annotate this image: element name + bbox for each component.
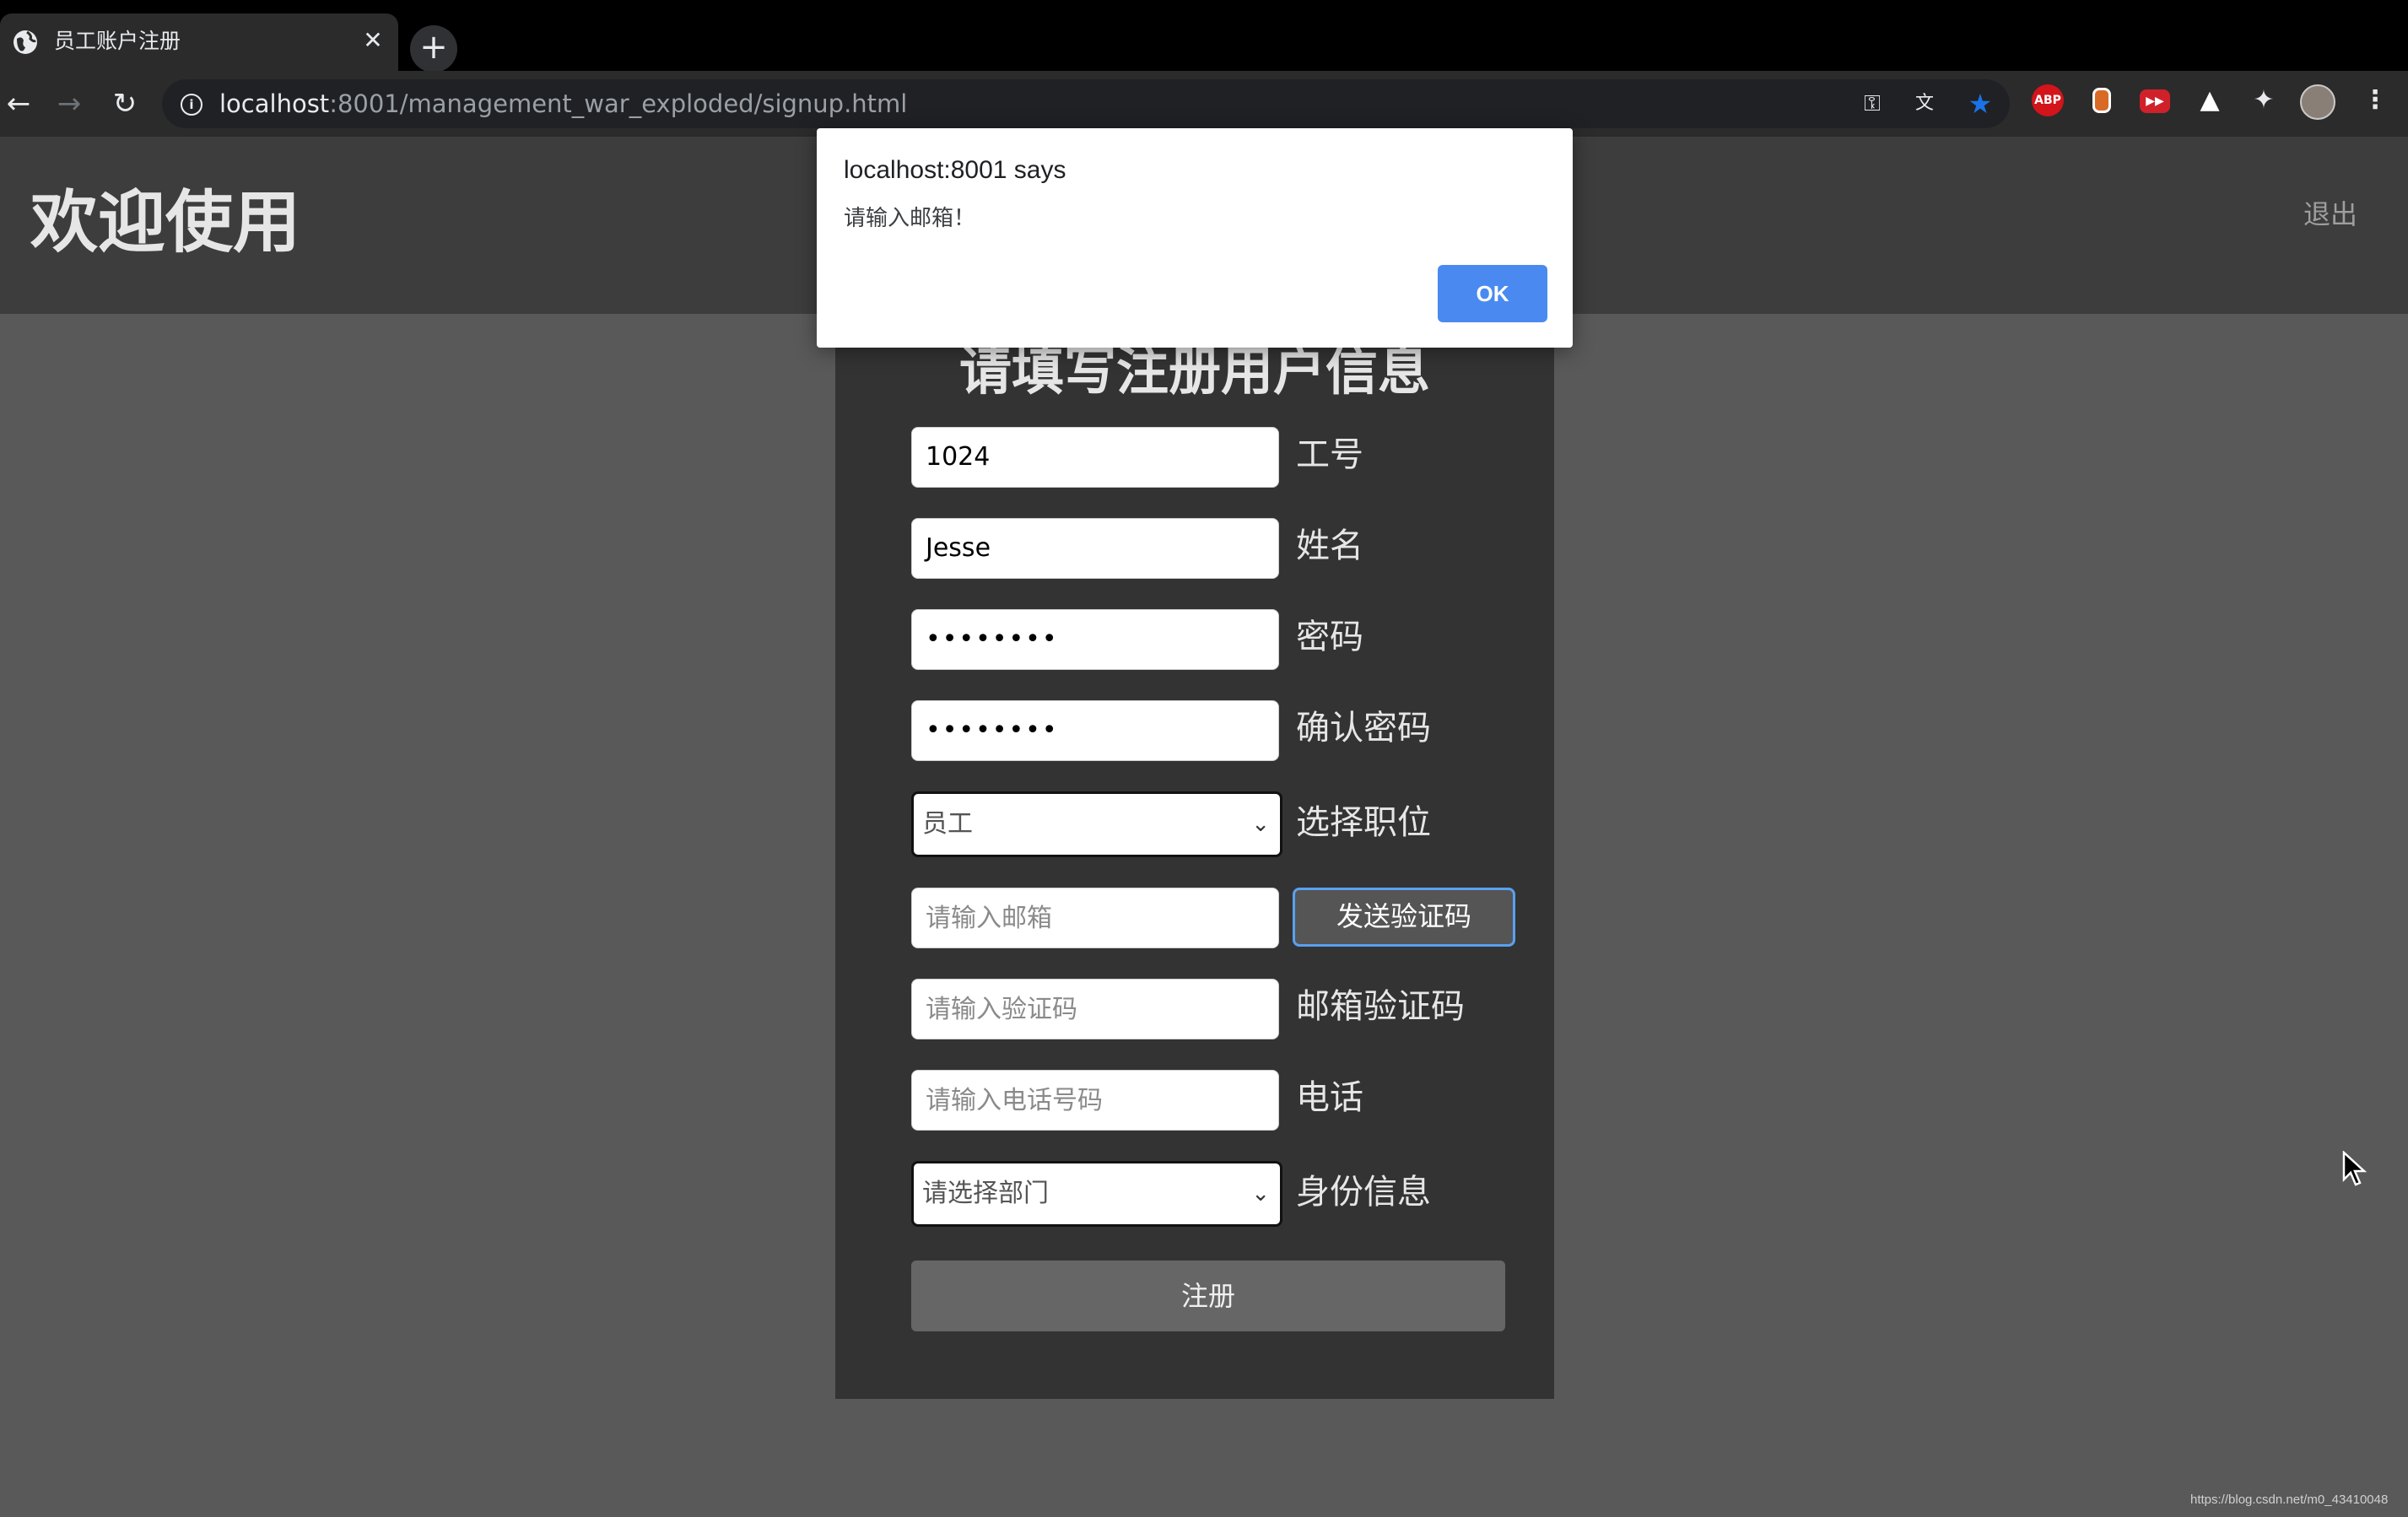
bookmark-star-icon[interactable]: ★	[1966, 89, 1995, 118]
key-icon[interactable]: ⚿	[1858, 89, 1887, 118]
verify-code-input[interactable]	[911, 979, 1279, 1039]
reload-icon[interactable]: ↻	[106, 86, 143, 123]
name-input[interactable]: Jesse	[911, 518, 1279, 579]
watermark: https://blog.csdn.net/m0_43410048	[2190, 1493, 2389, 1507]
tab-title: 员工账户注册	[54, 29, 181, 53]
position-label: 选择职位	[1296, 803, 1431, 842]
form-title: 请填写注册用户信息	[958, 340, 1430, 402]
password-input[interactable]: ••••••••	[911, 609, 1279, 670]
dialog-ok-button[interactable]: OK	[1438, 265, 1547, 322]
confirm-password-label: 确认密码	[1296, 709, 1431, 748]
signup-form-card: 请填写注册用户信息 1024 工号 Jesse 姓名 •••••••• 密码 •…	[835, 314, 1554, 1399]
dialog-message: 请输入邮箱！	[844, 206, 976, 231]
profile-avatar[interactable]	[2300, 84, 2335, 120]
department-select[interactable]: 请选择部门 ⌄	[911, 1161, 1282, 1227]
email-input[interactable]	[911, 888, 1279, 948]
department-select-value: 请选择部门	[922, 1179, 1049, 1208]
department-label: 身份信息	[1296, 1173, 1431, 1212]
url-text: localhost:8001/management_war_exploded/s…	[219, 89, 908, 118]
close-tab-icon[interactable]: ✕	[358, 25, 388, 56]
dialog-title: localhost:8001 says	[844, 156, 1066, 184]
position-select[interactable]: 员工 ⌄	[911, 791, 1282, 857]
phone-label: 电话	[1296, 1078, 1363, 1117]
send-code-button[interactable]: 发送验证码	[1293, 888, 1515, 947]
register-button[interactable]: 注册	[911, 1261, 1505, 1331]
phone-input[interactable]	[911, 1070, 1279, 1131]
video-extension-icon[interactable]: ▶▶	[2140, 89, 2170, 113]
password-label: 密码	[1296, 618, 1363, 656]
position-select-value: 员工	[922, 809, 973, 839]
employee-id-label: 工号	[1296, 435, 1363, 474]
mountain-extension-icon[interactable]: ▲	[2194, 84, 2226, 116]
recorder-extension-icon[interactable]	[2086, 84, 2118, 116]
kebab-menu-icon[interactable]: ⋮	[2359, 84, 2391, 116]
name-label: 姓名	[1296, 526, 1363, 565]
verify-code-label: 邮箱验证码	[1296, 987, 1465, 1026]
translate-icon[interactable]: 文	[1910, 89, 1939, 118]
browser-tab[interactable]: 员工账户注册 ✕	[0, 13, 398, 71]
globe-icon	[13, 30, 37, 54]
puzzle-extensions-icon[interactable]: ✦	[2248, 84, 2280, 116]
site-info-icon[interactable]: i	[181, 94, 202, 116]
address-bar[interactable]: i localhost:8001/management_war_exploded…	[162, 79, 2010, 128]
adblock-plus-icon[interactable]: ABP	[2032, 84, 2064, 116]
employee-id-input[interactable]: 1024	[911, 427, 1279, 488]
back-arrow-icon[interactable]: ←	[0, 86, 37, 123]
new-tab-button[interactable]: +	[410, 25, 457, 73]
logout-link[interactable]: 退出	[2303, 197, 2357, 231]
confirm-password-input[interactable]: ••••••••	[911, 700, 1279, 761]
alert-dialog: localhost:8001 says 请输入邮箱！ OK	[817, 128, 1573, 348]
chevron-down-icon: ⌄	[1251, 812, 1270, 837]
page-title: 欢迎使用	[30, 183, 300, 262]
mouse-cursor-icon	[2342, 1151, 2368, 1186]
browser-tab-strip: 员工账户注册 ✕ +	[0, 0, 2408, 73]
chevron-down-icon: ⌄	[1251, 1181, 1270, 1207]
forward-arrow-icon[interactable]: →	[51, 86, 88, 123]
